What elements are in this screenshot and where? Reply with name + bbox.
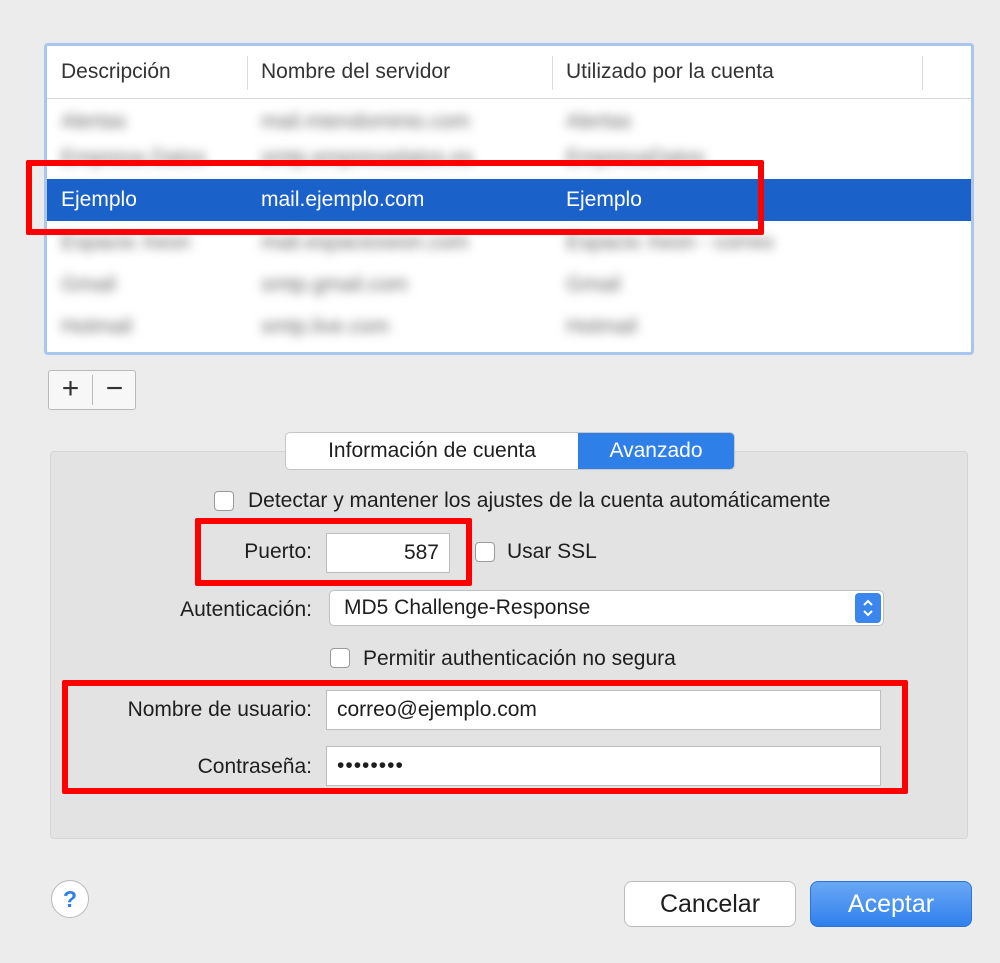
auto-detect-checkbox[interactable] xyxy=(214,491,234,511)
account-settings-window: { "table": { "columns": ["Descripción", … xyxy=(0,0,1000,963)
row-server: smtp.gmail.com xyxy=(261,273,409,296)
ssl-label: Usar SSL xyxy=(507,540,597,563)
add-server-button[interactable]: + xyxy=(49,371,92,409)
row-description: Hotmail xyxy=(61,315,133,338)
add-remove-control: + − xyxy=(48,370,136,410)
highlight-credentials xyxy=(62,680,908,794)
row-account: Hotmail xyxy=(566,315,638,338)
highlight-selected-account xyxy=(26,160,764,235)
insecure-auth-label: Permitir authenticación no segura xyxy=(363,647,676,670)
tab-advanced[interactable]: Avanzado xyxy=(578,433,734,469)
cancel-button[interactable]: Cancelar xyxy=(624,881,796,927)
table-row[interactable]: Hotmail smtp.live.com Hotmail xyxy=(47,306,971,348)
remove-server-button[interactable]: − xyxy=(93,371,136,409)
tab-account-info[interactable]: Información de cuenta xyxy=(286,433,578,469)
column-divider[interactable] xyxy=(922,56,923,90)
auth-label: Autenticación: xyxy=(180,598,312,621)
table-row[interactable]: Gmail smtp.gmail.com Gmail xyxy=(47,264,971,306)
ok-button[interactable]: Aceptar xyxy=(810,881,972,927)
row-server: smtp.live.com xyxy=(261,315,390,338)
table-header: Descripción Nombre del servidor Utilizad… xyxy=(47,46,971,99)
column-header-account[interactable]: Utilizado por la cuenta xyxy=(552,46,922,98)
column-header-server[interactable]: Nombre del servidor xyxy=(247,46,552,98)
auth-method-value: MD5 Challenge-Response xyxy=(344,596,591,619)
select-stepper[interactable] xyxy=(855,593,881,623)
tab-bar: Información de cuenta Avanzado xyxy=(285,432,735,470)
insecure-auth-checkbox[interactable] xyxy=(330,648,350,668)
highlight-port xyxy=(195,518,472,586)
auth-method-select[interactable]: MD5 Challenge-Response xyxy=(329,590,884,626)
help-button[interactable]: ? xyxy=(51,880,89,918)
ssl-checkbox[interactable] xyxy=(475,542,495,562)
row-description: Gmail xyxy=(61,273,116,296)
row-account: Gmail xyxy=(566,273,621,296)
chevron-up-down-icon xyxy=(863,599,873,617)
auto-detect-label: Detectar y mantener los ajustes de la cu… xyxy=(248,489,831,512)
column-header-description[interactable]: Descripción xyxy=(47,46,247,98)
